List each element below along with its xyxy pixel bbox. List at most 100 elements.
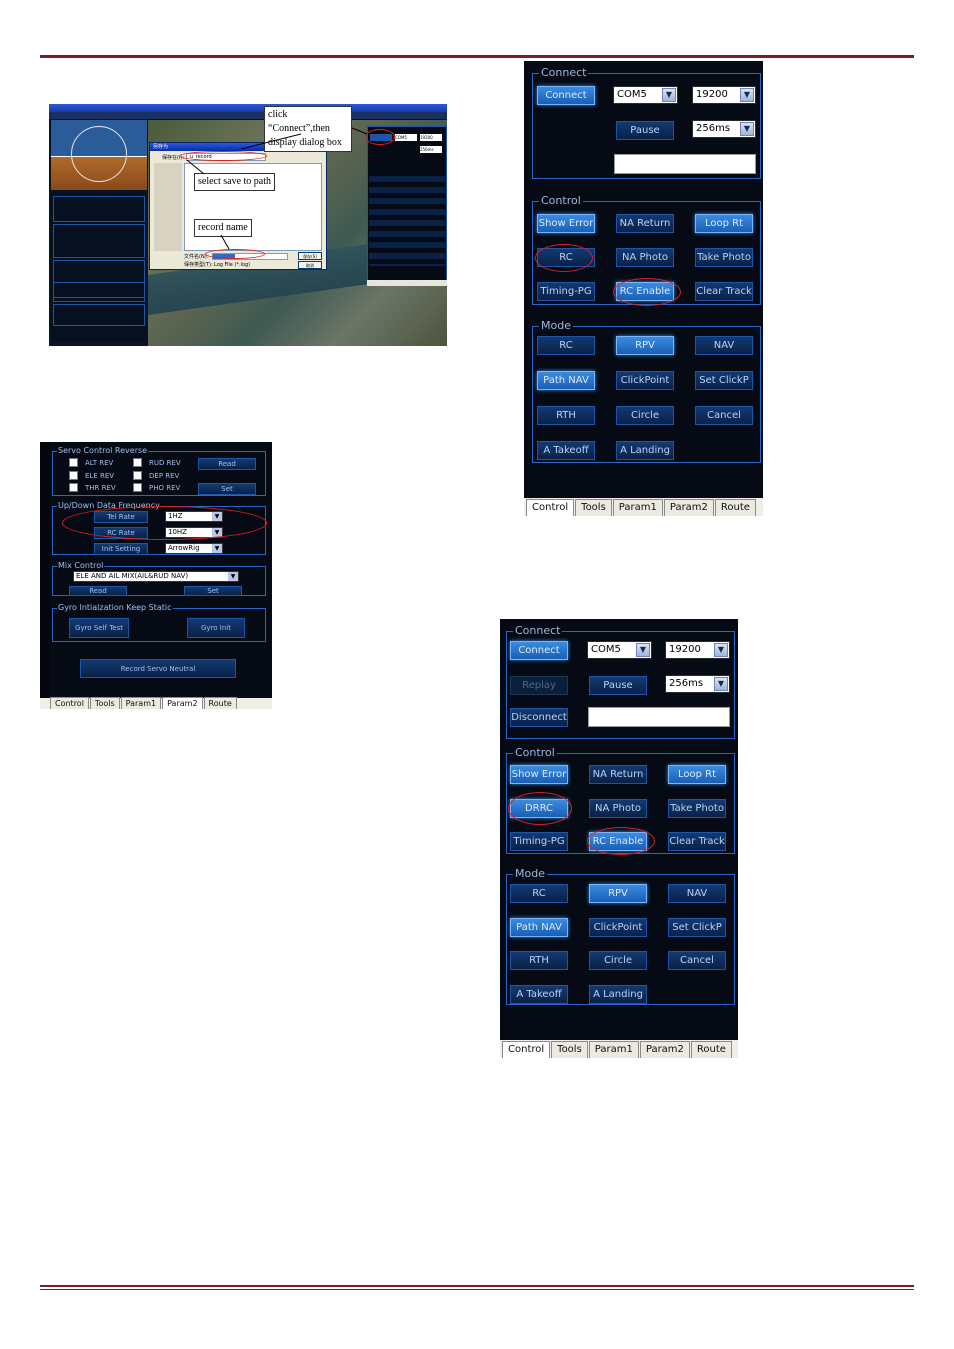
rth-button-b[interactable]: RTH [510, 951, 568, 970]
a-landing-button-a[interactable]: A Landing [616, 441, 674, 460]
take-photo-button-b[interactable]: Take Photo [668, 799, 726, 818]
mode-rpv-button-b[interactable]: RPV [589, 884, 647, 903]
rud-rev-checkbox[interactable] [133, 458, 142, 467]
chevron-down-icon: ▼ [636, 643, 650, 657]
chevron-down-icon: ▼ [740, 88, 754, 102]
alt-rev-checkbox[interactable] [69, 458, 78, 467]
footer-rule [40, 1285, 914, 1287]
na-photo-button-a[interactable]: NA Photo [616, 248, 674, 267]
take-photo-button-a[interactable]: Take Photo [695, 248, 753, 267]
tab-route[interactable]: Route [203, 697, 237, 709]
cancel-button-a[interactable]: Cancel [695, 406, 753, 425]
connect-button-a[interactable]: Connect [537, 86, 595, 105]
set-clickp-button-a[interactable]: Set ClickP [695, 371, 753, 390]
tab-param2[interactable]: Param2 [663, 499, 714, 516]
clickpoint-button-a[interactable]: ClickPoint [616, 371, 674, 390]
interval-select-a[interactable]: 256ms ▼ [692, 120, 756, 138]
a-takeoff-button-a[interactable]: A Takeoff [537, 441, 595, 460]
replay-button-b[interactable]: Replay [510, 676, 568, 695]
baud-select-b[interactable]: 19200 ▼ [665, 641, 730, 659]
loop-rt-button-a[interactable]: Loop Rt [695, 214, 753, 233]
tab-tools[interactable]: Tools [89, 697, 120, 709]
tab-control[interactable]: Control [502, 1041, 551, 1058]
servo-set-button[interactable]: Set [198, 483, 256, 495]
disconnect-button-b[interactable]: Disconnect [510, 708, 568, 727]
mode-rpv-button-a[interactable]: RPV [616, 336, 674, 355]
port-value-a: COM5 [617, 89, 647, 100]
timing-pg-button-b[interactable]: Timing-PG [510, 832, 568, 851]
mode-nav-button-b[interactable]: NAV [668, 884, 726, 903]
chevron-down-icon: ▼ [740, 122, 754, 136]
pause-button-a[interactable]: Pause [616, 121, 674, 140]
a-landing-button-b[interactable]: A Landing [589, 985, 647, 1004]
tab-param2[interactable]: Param2 [162, 697, 203, 709]
circle-button-b[interactable]: Circle [589, 951, 647, 970]
baud-value-b: 19200 [669, 644, 701, 655]
na-photo-button-b[interactable]: NA Photo [589, 799, 647, 818]
dep-rev-label: DEP REV [149, 472, 180, 480]
ground-station-screenshot: COM5 19200 256ms 另存为 保存在(I): u_record 文件… [49, 104, 447, 346]
thr-rev-checkbox[interactable] [69, 483, 78, 492]
mix-select[interactable]: ELE AND AIL MIX(AIL&RUD NAV) ▼ [73, 571, 239, 582]
tab-tools[interactable]: Tools [551, 1041, 588, 1058]
callout-arrows [186, 127, 368, 250]
pho-rev-checkbox[interactable] [133, 483, 142, 492]
tab-bar-b: Control Tools Param1 Param2 Route [500, 1040, 738, 1058]
drrc-highlight-ring-b [508, 792, 572, 825]
timing-pg-button-a[interactable]: Timing-PG [537, 282, 595, 301]
clear-track-button-a[interactable]: Clear Track [695, 282, 753, 301]
na-return-button-b[interactable]: NA Return [589, 765, 647, 784]
cancel-button-b[interactable]: Cancel [668, 951, 726, 970]
tab-bar-a: Control Tools Param1 Param2 Route [524, 498, 763, 516]
tab-param1[interactable]: Param1 [120, 697, 162, 709]
mix-read-button[interactable]: Read [69, 586, 127, 596]
gyro-group-title: Gyro Intialzation Keep Static [57, 602, 173, 614]
port-select-a[interactable]: COM5 ▼ [613, 86, 678, 104]
clear-track-button-b[interactable]: Clear Track [668, 832, 726, 851]
pause-button-b[interactable]: Pause [589, 676, 647, 695]
ele-rev-checkbox[interactable] [69, 471, 78, 480]
port-select-b[interactable]: COM5 ▼ [587, 641, 652, 659]
status-field-a[interactable] [614, 154, 756, 174]
rate-highlight-ring [62, 506, 267, 540]
tab-control[interactable]: Control [50, 697, 89, 709]
interval-select-b[interactable]: 256ms ▼ [665, 675, 730, 693]
dep-rev-checkbox[interactable] [133, 471, 142, 480]
gyro-init-button[interactable]: Gyro Init [187, 618, 245, 638]
tab-tools[interactable]: Tools [575, 499, 612, 516]
mode-nav-button-a[interactable]: NAV [695, 336, 753, 355]
na-return-button-a[interactable]: NA Return [616, 214, 674, 233]
port-value-b: COM5 [591, 644, 621, 655]
record-servo-neutral-button[interactable]: Record Servo Neutral [80, 659, 236, 678]
circle-button-a[interactable]: Circle [616, 406, 674, 425]
connect-button-b[interactable]: Connect [510, 641, 568, 660]
init-setting-button[interactable]: Init Setting [94, 543, 148, 555]
init-setting-select[interactable]: ArrowRig ▼ [165, 543, 223, 554]
tab-param1[interactable]: Param1 [588, 1041, 639, 1058]
clickpoint-button-b[interactable]: ClickPoint [589, 918, 647, 937]
tab-control[interactable]: Control [526, 499, 575, 516]
show-error-button-b[interactable]: Show Error [510, 765, 568, 784]
footer-rule-thin [40, 1289, 914, 1290]
servo-read-button[interactable]: Read [198, 458, 256, 470]
gyro-self-test-button[interactable]: Gyro Self Test [69, 618, 129, 638]
rth-button-a[interactable]: RTH [537, 406, 595, 425]
tab-param2[interactable]: Param2 [639, 1041, 690, 1058]
rc-highlight-ring-a [535, 244, 593, 272]
chevron-down-icon: ▼ [714, 677, 728, 691]
tab-route[interactable]: Route [690, 1041, 732, 1058]
status-field-b[interactable] [588, 707, 730, 727]
mode-rc-button-a[interactable]: RC [537, 336, 595, 355]
set-clickp-button-b[interactable]: Set ClickP [668, 918, 726, 937]
tab-route[interactable]: Route [714, 499, 756, 516]
path-nav-button-b[interactable]: Path NAV [510, 918, 568, 937]
mode-rc-button-b[interactable]: RC [510, 884, 568, 903]
loop-rt-button-b[interactable]: Loop Rt [668, 765, 726, 784]
baud-select-a[interactable]: 19200 ▼ [692, 86, 756, 104]
path-nav-button-a[interactable]: Path NAV [537, 371, 595, 390]
show-error-button-a[interactable]: Show Error [537, 214, 595, 233]
mix-set-button[interactable]: Set [184, 586, 242, 596]
control-panel-a: Connect Connect COM5 ▼ 19200 ▼ Pause 256ms… [524, 61, 763, 516]
a-takeoff-button-b[interactable]: A Takeoff [510, 985, 568, 1004]
tab-param1[interactable]: Param1 [612, 499, 663, 516]
